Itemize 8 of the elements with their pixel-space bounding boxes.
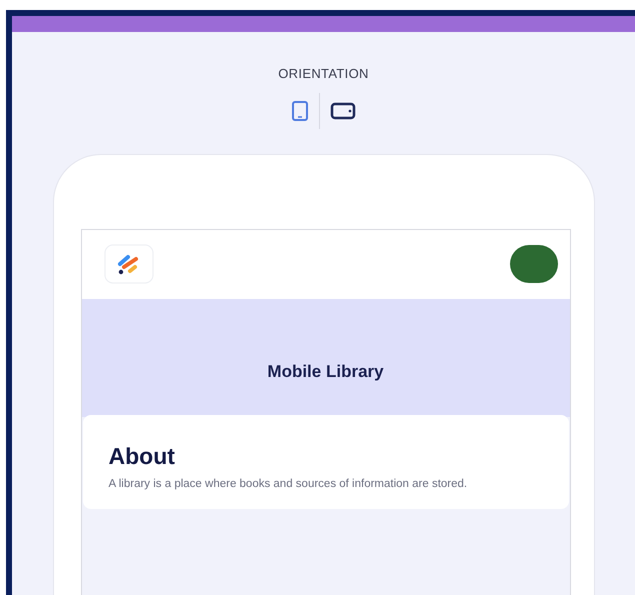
avatar-photo-placeholder[interactable] [510, 245, 558, 283]
portrait-orientation-button[interactable] [291, 100, 309, 122]
about-heading: About [108, 442, 176, 470]
orientation-label: ORIENTATION [278, 65, 369, 83]
landscape-orientation-button[interactable] [330, 102, 356, 120]
app-title: Mobile Library [267, 361, 384, 383]
about-text: A library is a place where books and sources of information are stored. [108, 477, 468, 492]
app-logo-icon [104, 244, 154, 284]
